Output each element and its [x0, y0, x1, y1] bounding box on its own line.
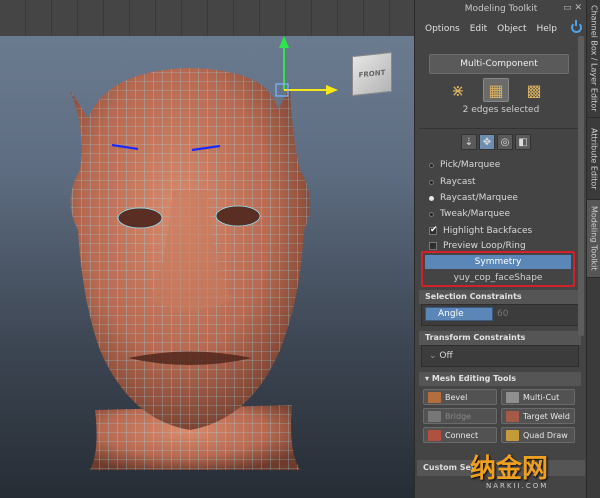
tab-modeling-toolkit[interactable]: Modeling Toolkit	[587, 200, 600, 278]
panel-title: Modeling Toolkit	[464, 4, 538, 14]
menu-options[interactable]: Options	[425, 24, 460, 34]
transform-value: Off	[439, 351, 453, 361]
radio-icon	[429, 211, 434, 217]
multi-cut-label: Multi-Cut	[523, 392, 560, 402]
panel-menu-bar: Options Edit Object Help	[425, 24, 557, 34]
menu-object[interactable]: Object	[497, 24, 526, 34]
mode-label: Raycast	[440, 177, 476, 187]
angle-field[interactable]: Angle	[425, 307, 493, 321]
mode-label: Pick/Marquee	[440, 160, 501, 170]
checkbox-label: Highlight Backfaces	[443, 226, 533, 236]
quad-draw-label: Quad Draw	[523, 430, 568, 440]
symmetry-shape-label: yuy_cop_faceShape	[453, 273, 543, 283]
bevel-label: Bevel	[445, 392, 468, 402]
mesh-editing-label: Mesh Editing Tools	[431, 374, 517, 383]
side-tabs: Channel Box / Layer Editor Attribute Edi…	[586, 0, 600, 498]
watermark-subtext: NARKII.COM	[486, 482, 549, 490]
multi-component-button[interactable]: Multi-Component	[429, 54, 569, 74]
mode-raycast-marquee[interactable]: Raycast/Marquee	[429, 193, 518, 203]
quad-draw-button[interactable]: Quad Draw	[501, 427, 575, 443]
paint-icon[interactable]: ◧	[515, 134, 531, 150]
radio-icon	[429, 162, 434, 168]
connect-button[interactable]: Connect	[423, 427, 497, 443]
connect-icon	[428, 429, 441, 441]
target-weld-button[interactable]: Target Weld	[501, 408, 575, 424]
bridge-label: Bridge	[445, 411, 472, 421]
tab-label: Modeling Toolkit	[589, 206, 599, 271]
chevron-down-icon: ⌄	[429, 351, 440, 361]
mode-pick-marquee[interactable]: Pick/Marquee	[429, 160, 500, 170]
transform-constraint-dropdown[interactable]: ⌄ Off	[429, 351, 453, 361]
target-weld-label: Target Weld	[523, 411, 570, 421]
pick-icon[interactable]: ⇣	[461, 134, 477, 150]
checkbox-icon	[429, 225, 438, 235]
edge-icon[interactable]: ▦	[483, 78, 509, 102]
panel-window-buttons[interactable]: ▭ ✕	[563, 3, 582, 13]
highlight-backfaces-checkbox[interactable]: Highlight Backfaces	[429, 225, 533, 236]
watermark-text: 纳金网	[470, 454, 549, 484]
collapse-icon: ▾	[425, 374, 432, 383]
radio-icon	[429, 179, 434, 185]
move-icon[interactable]: ✥	[479, 134, 495, 150]
connect-label: Connect	[445, 430, 479, 440]
quad-draw-icon	[506, 429, 519, 441]
bridge-button[interactable]: Bridge	[423, 408, 497, 424]
target-weld-icon	[506, 410, 519, 422]
transform-constraints-header[interactable]: Transform Constraints	[419, 331, 581, 345]
checkbox-label: Preview Loop/Ring	[443, 241, 526, 251]
angle-value[interactable]: 60	[497, 309, 508, 319]
view-cube[interactable]: FRONT	[352, 51, 392, 97]
selection-constraints-header[interactable]: Selection Constraints	[419, 290, 581, 304]
angle-label: Angle	[438, 309, 464, 319]
mode-raycast[interactable]: Raycast	[429, 177, 476, 187]
selection-tool-icons: ⇣ ✥ ◎ ◧	[461, 134, 531, 150]
face-icon[interactable]: ▩	[521, 78, 547, 102]
lasso-icon[interactable]: ◎	[497, 134, 513, 150]
vertex-icon[interactable]: ⋇	[445, 78, 471, 102]
power-icon[interactable]	[571, 20, 582, 33]
symmetry-button[interactable]: Symmetry	[425, 255, 571, 269]
watermark-logo: 纳金网	[470, 448, 548, 485]
bevel-button[interactable]: Bevel	[423, 389, 497, 405]
checkbox-icon	[429, 242, 437, 250]
component-mode-icons: ⋇ ▦ ▩	[445, 78, 547, 102]
selection-status: 2 edges selected	[462, 105, 540, 115]
tab-label: Attribute Editor	[589, 127, 599, 190]
mode-label: Raycast/Marquee	[440, 193, 518, 203]
multi-cut-icon	[506, 391, 519, 403]
view-cube-label: FRONT	[358, 68, 386, 80]
tab-attribute-editor[interactable]: Attribute Editor	[587, 118, 600, 200]
tab-label: Channel Box / Layer Editor	[589, 5, 599, 112]
mesh-editing-tools-header[interactable]: ▾ Mesh Editing Tools	[419, 372, 581, 386]
3d-viewport[interactable]: FRONT	[0, 0, 414, 498]
multi-cut-button[interactable]: Multi-Cut	[501, 389, 575, 405]
mode-label: Tweak/Marquee	[440, 209, 510, 219]
modeling-toolkit-panel: Modeling Toolkit ▭ ✕ Options Edit Object…	[414, 0, 586, 498]
radio-icon	[429, 195, 434, 201]
menu-help[interactable]: Help	[536, 24, 557, 34]
mode-tweak-marquee[interactable]: Tweak/Marquee	[429, 209, 510, 219]
preview-loop-checkbox[interactable]: Preview Loop/Ring	[429, 241, 526, 251]
bevel-icon	[428, 391, 441, 403]
bridge-icon	[428, 410, 441, 422]
menu-edit[interactable]: Edit	[470, 24, 487, 34]
tab-channel-box[interactable]: Channel Box / Layer Editor	[587, 0, 600, 118]
panel-scrollbar[interactable]	[578, 36, 584, 336]
